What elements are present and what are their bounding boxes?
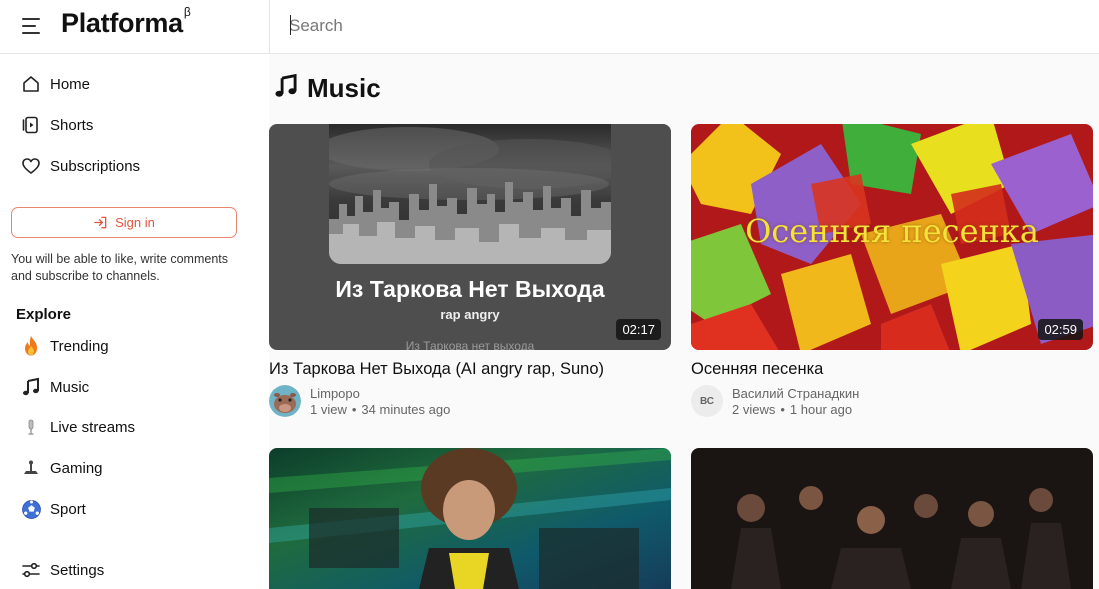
duration-badge: 02:59 <box>1038 319 1083 340</box>
sidebar-item-label: Live streams <box>50 418 136 436</box>
sidebar-item-label: Trending <box>50 337 109 355</box>
thumbnail-concert-image <box>269 448 671 589</box>
sign-in-label: Sign in <box>115 215 155 230</box>
video-thumbnail[interactable] <box>269 448 671 589</box>
fire-icon <box>20 335 42 357</box>
main-content: Music Из Таркова Нет Выхода rap angry Из… <box>269 54 1099 589</box>
sidebar-item-music[interactable]: Music <box>20 371 89 403</box>
logo-text: Platforma <box>61 8 183 38</box>
upload-age: 1 hour ago <box>789 402 853 417</box>
thumbnail-subtitle-text: rap angry <box>440 307 500 322</box>
sidebar-item-label: Home <box>50 75 91 93</box>
sign-in-button[interactable]: Sign in <box>11 207 237 238</box>
video-thumbnail[interactable] <box>691 448 1093 589</box>
top-bar: Platformaβ <box>0 0 1099 54</box>
sidebar-item-settings[interactable]: Settings <box>20 554 104 586</box>
heart-icon <box>20 155 42 177</box>
logo-beta-mark: β <box>183 5 191 19</box>
thumbnail-city-image <box>329 124 611 264</box>
sign-in-icon <box>94 216 107 229</box>
sidebar-item-label: Sport <box>50 500 86 518</box>
sidebar-item-gaming[interactable]: Gaming <box>20 452 103 484</box>
page-title-label: Music <box>307 73 381 103</box>
video-title[interactable]: Из Таркова Нет Выхода (AI angry rap, Sun… <box>269 360 604 379</box>
sidebar: Home Shorts Subscriptions Sign in You wi… <box>0 54 269 589</box>
channel-name[interactable]: Limpopo <box>310 386 360 401</box>
page-title: Music <box>273 73 381 104</box>
sidebar-item-label: Shorts <box>50 116 94 134</box>
soccer-ball-icon <box>20 498 42 520</box>
header-divider <box>269 0 270 54</box>
sidebar-item-live-streams[interactable]: Live streams <box>20 411 135 443</box>
video-thumbnail[interactable]: Из Таркова Нет Выхода rap angry Из Тарко… <box>269 124 671 350</box>
video-meta: 2 views • 1 hour ago <box>732 402 852 417</box>
sign-in-note: You will be able to like, write comments… <box>11 252 228 283</box>
sidebar-item-sport[interactable]: Sport <box>20 493 86 525</box>
home-icon <box>20 73 42 95</box>
video-card[interactable] <box>269 448 671 589</box>
settings-sliders-icon <box>20 559 42 581</box>
channel-avatar[interactable]: ВС <box>691 385 723 417</box>
thumbnail-faded-text: Из Таркова нет выхода <box>405 339 535 350</box>
upload-age: 34 minutes ago <box>361 402 451 417</box>
search-input[interactable] <box>289 12 1069 40</box>
music-note-icon <box>20 376 42 398</box>
video-card[interactable]: Осенняя песенка 02:59 Осенняя песенка ВС… <box>691 124 1093 417</box>
thumbnail-crowd-image <box>731 486 1071 589</box>
logo[interactable]: Platformaβ <box>61 5 191 39</box>
sidebar-item-label: Settings <box>50 561 105 579</box>
hamburger-menu-icon[interactable] <box>20 14 44 38</box>
explore-heading: Explore <box>16 306 72 323</box>
channel-avatar[interactable] <box>269 385 301 417</box>
joystick-icon <box>20 457 42 479</box>
sidebar-item-subscriptions[interactable]: Subscriptions <box>20 150 140 182</box>
sidebar-item-trending[interactable]: Trending <box>20 330 109 362</box>
sidebar-item-label: Gaming <box>50 459 103 477</box>
text-caret <box>290 15 291 35</box>
shorts-icon <box>20 114 42 136</box>
video-thumbnail[interactable]: Осенняя песенка 02:59 <box>691 124 1093 350</box>
video-card[interactable] <box>691 448 1093 589</box>
channel-name[interactable]: Василий Странадкин <box>732 386 859 401</box>
view-count: 2 views <box>732 402 776 417</box>
sidebar-item-home[interactable]: Home <box>20 68 90 100</box>
microphone-icon <box>20 416 42 438</box>
meta-separator: • <box>351 402 357 417</box>
duration-badge: 02:17 <box>616 319 661 340</box>
sidebar-item-label: Music <box>50 378 90 396</box>
video-title[interactable]: Осенняя песенка <box>691 360 823 379</box>
view-count: 1 view <box>310 402 347 417</box>
sidebar-item-label: Subscriptions <box>50 157 141 175</box>
music-note-icon <box>273 73 299 104</box>
meta-separator: • <box>780 402 785 417</box>
video-card[interactable]: Из Таркова Нет Выхода rap angry Из Тарко… <box>269 124 671 417</box>
sidebar-item-shorts[interactable]: Shorts <box>20 109 93 141</box>
thumbnail-title-text: Осенняя песенка <box>745 212 1039 250</box>
thumbnail-title-text: Из Таркова Нет Выхода <box>335 276 605 302</box>
video-meta: 1 view • 34 minutes ago <box>310 402 450 417</box>
